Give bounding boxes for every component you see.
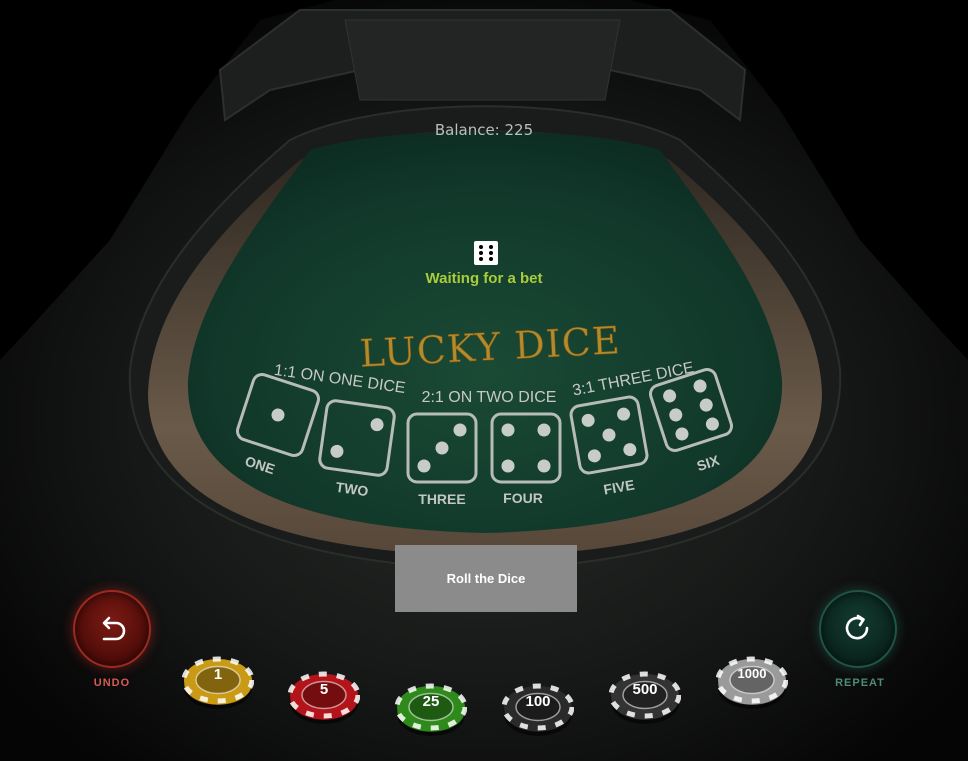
status-message: Waiting for a bet xyxy=(425,270,543,287)
chip-1[interactable]: 1 xyxy=(181,653,255,711)
bet-label-three: THREE xyxy=(418,491,465,507)
chip-1000-icon xyxy=(715,656,789,709)
status-die-icon xyxy=(474,241,498,265)
chip-25[interactable]: 25 xyxy=(394,680,468,738)
chip-100-icon xyxy=(501,683,575,736)
chip-25-icon xyxy=(394,683,468,736)
repeat-button[interactable] xyxy=(819,590,897,668)
undo-label: UNDO xyxy=(93,677,131,689)
chip-1-icon xyxy=(181,656,255,709)
balance-display: Balance: 225 xyxy=(434,121,534,139)
repeat-icon xyxy=(845,614,869,640)
bet-label-four: FOUR xyxy=(503,490,543,506)
chip-500-icon xyxy=(608,671,682,724)
undo-button[interactable] xyxy=(73,590,151,668)
repeat-label: REPEAT xyxy=(835,677,885,689)
chip-500[interactable]: 500 xyxy=(608,668,682,726)
chip-5[interactable]: 5 xyxy=(287,668,361,726)
chip-100[interactable]: 100 xyxy=(501,680,575,738)
roll-dice-button[interactable]: Roll the Dice xyxy=(395,545,577,612)
undo-icon xyxy=(102,616,126,641)
chip-5-icon xyxy=(287,671,361,724)
payout-label-two-dice: 2:1 ON TWO DICE xyxy=(422,389,557,406)
chip-1000[interactable]: 1000 xyxy=(715,653,789,711)
